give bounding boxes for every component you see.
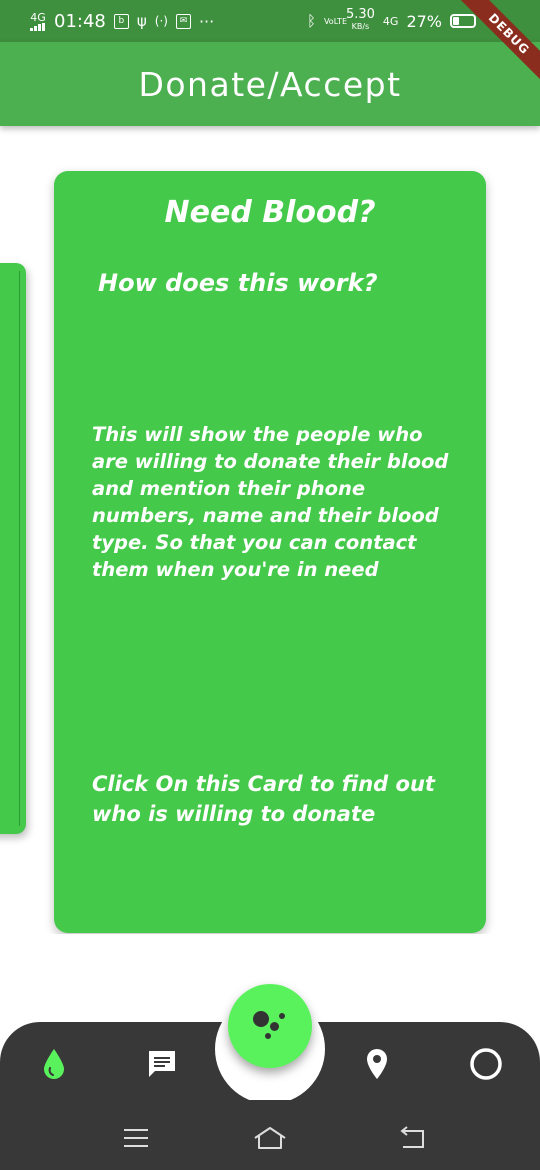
battery-icon: [450, 14, 476, 28]
usb-icon: ψ: [136, 12, 147, 30]
notification-icon: b: [113, 13, 129, 29]
volte-indicator: VoLTE: [323, 16, 347, 26]
system-nav-bar: [0, 1100, 540, 1170]
back-icon: [400, 1126, 424, 1148]
nav-chat-button[interactable]: [138, 1040, 186, 1088]
back-button[interactable]: [390, 1118, 434, 1158]
nav-location-button[interactable]: [353, 1040, 401, 1088]
card-cta-text: Click On this Card to find out who is wi…: [92, 772, 435, 826]
need-blood-card[interactable]: Need Blood? How does this work? This wil…: [54, 171, 486, 933]
network-indicator-right: 4G: [382, 14, 399, 28]
circle-icon: [470, 1048, 502, 1080]
mail-icon: ✉: [175, 13, 191, 29]
recents-icon: [124, 1129, 148, 1147]
nav-profile-button[interactable]: [462, 1040, 510, 1088]
signal-icon: [30, 22, 45, 31]
status-left: 4G 01:48 b ψ (·) ✉ ···: [30, 11, 214, 32]
location-pin-icon: [367, 1049, 387, 1079]
blood-drop-icon: [44, 1049, 64, 1079]
battery-percent: 27%: [406, 11, 442, 31]
clock: 01:48: [54, 10, 106, 32]
card-carousel[interactable]: Need Blood? How does this work? This wil…: [0, 126, 540, 934]
card-description: This will show the people who are willin…: [92, 423, 449, 581]
card-subtitle: How does this work?: [98, 269, 378, 297]
recents-button[interactable]: [114, 1118, 158, 1158]
home-button[interactable]: [248, 1118, 292, 1158]
app-bar: Donate/Accept: [0, 42, 540, 126]
previous-card[interactable]: [0, 263, 26, 834]
nav-blood-button[interactable]: [30, 1040, 78, 1088]
hotspot-icon: (·): [154, 14, 168, 28]
status-right: ᛒ VoLTE 5.30 KB/s 4G 27%: [306, 7, 476, 33]
bluetooth-icon: ᛒ: [306, 12, 316, 30]
chat-icon: [149, 1051, 175, 1077]
status-bar: 4G 01:48 b ψ (·) ✉ ··· ᛒ VoLTE 5.30 KB/s…: [0, 0, 540, 42]
assistant-fab-button[interactable]: [228, 984, 312, 1068]
page-title: Donate/Accept: [138, 64, 402, 104]
network-speed: 5.30 KB/s: [345, 7, 375, 31]
home-icon: [254, 1127, 286, 1149]
card-title: Need Blood?: [164, 195, 376, 230]
more-icon: ···: [198, 11, 215, 31]
network-indicator: 4G: [30, 12, 46, 31]
